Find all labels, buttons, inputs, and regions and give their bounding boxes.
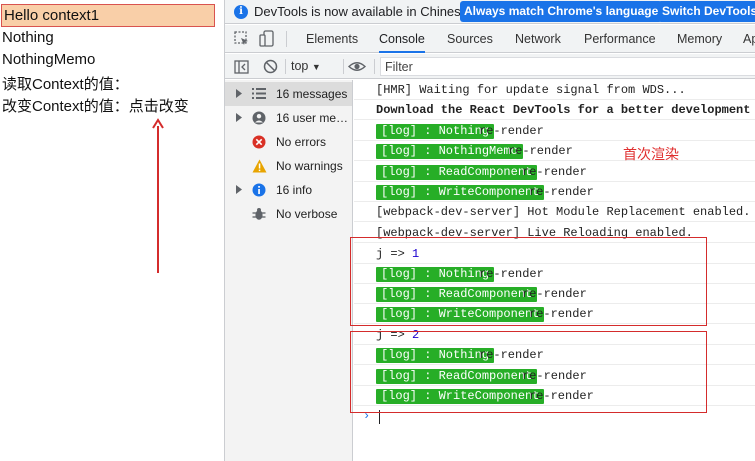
sidebar-item-label: No errors <box>276 135 327 149</box>
sidebar-item-label: 16 info <box>276 183 313 197</box>
sidebar-item-info[interactable]: 16 info <box>225 178 352 202</box>
clear-console-icon[interactable] <box>263 59 278 74</box>
nothing-text: Nothing <box>2 29 54 46</box>
console-text: re-render <box>508 144 573 158</box>
console-text: re-render <box>529 185 594 199</box>
tab-elements[interactable]: Elements <box>306 25 358 53</box>
banner-message: DevTools is now available in Chinese! <box>254 4 472 19</box>
toolbar-separator <box>343 59 344 74</box>
first-render-annotation: 首次渲染 <box>623 146 679 162</box>
devtools-tabbar: Elements Console Sources Network Perform… <box>225 25 755 53</box>
page-preview: Hello context1 Nothing NothingMemo 读取Con… <box>0 0 222 461</box>
tab-memory[interactable]: Memory <box>677 25 722 53</box>
console-line: [log] : WriteComponent re-render <box>354 182 755 202</box>
filter-input[interactable] <box>380 57 755 76</box>
console-sidebar: 16 messages 16 user me… No errors No war… <box>225 80 353 461</box>
nothing-memo-text: NothingMemo <box>2 51 96 68</box>
tab-application[interactable]: Ap <box>743 25 755 53</box>
click-to-change-button[interactable]: 点击改变 <box>129 98 189 115</box>
change-context-label: 改变Context的值： <box>2 98 129 115</box>
sidebar-item-label: 16 user me… <box>276 111 349 125</box>
console-line: [HMR] Waiting for update signal from WDS… <box>354 80 755 100</box>
highlight-box-j2 <box>350 331 707 413</box>
tab-network[interactable]: Network <box>515 25 561 53</box>
context-selector[interactable]: top ▼ <box>291 57 321 76</box>
sidebar-item-label: 16 messages <box>276 87 348 101</box>
info-icon: i <box>234 5 248 19</box>
sidebar-item-label: No warnings <box>276 159 343 173</box>
console-line: [webpack-dev-server] Hot Module Replacem… <box>354 202 755 222</box>
sidebar-item-messages[interactable]: 16 messages <box>225 82 352 106</box>
console-line: Download the React DevTools for a better… <box>354 100 755 120</box>
log-badge: [log] : WriteComponent <box>376 185 545 200</box>
log-badge: [log] : ReadComponent <box>376 165 538 180</box>
log-badge: [log] : NothingMemo <box>376 144 523 159</box>
console-line: [log] : Nothing re-render <box>354 121 755 141</box>
hello-context-text: Hello context1 <box>1 4 215 27</box>
tab-sources[interactable]: Sources <box>447 25 493 53</box>
console-line: [log] : NothingMemo re-render <box>354 141 755 161</box>
up-arrow-annotation <box>152 118 164 273</box>
console-text: re-render <box>479 124 544 138</box>
tab-performance[interactable]: Performance <box>584 25 656 53</box>
tab-console[interactable]: Console <box>379 25 425 53</box>
warning-icon <box>252 159 267 173</box>
console-text: Download the React DevTools for a better… <box>376 103 751 117</box>
sidebar-toggle-icon[interactable] <box>234 60 249 74</box>
bug-icon <box>252 208 266 220</box>
expand-arrow-icon[interactable] <box>236 113 242 122</box>
log-badge: [log] : Nothing <box>376 124 495 139</box>
toolbar-separator <box>285 59 286 74</box>
sidebar-item-user-messages[interactable]: 16 user me… <box>225 106 352 130</box>
info-icon <box>252 183 266 197</box>
toolbar-separator <box>374 59 375 74</box>
sidebar-item-warnings[interactable]: No warnings <box>225 154 352 178</box>
always-match-language-button[interactable]: Always match Chrome's language <box>460 1 663 22</box>
language-banner: i DevTools is now available in Chinese! … <box>225 0 755 24</box>
console-text: re-render <box>522 165 587 179</box>
device-toolbar-icon[interactable] <box>259 30 275 48</box>
console-text: [webpack-dev-server] Hot Module Replacem… <box>376 205 751 219</box>
context-value: top <box>291 59 309 73</box>
console-line: [log] : ReadComponent re-render <box>354 162 755 182</box>
change-context-row: 改变Context的值：点击改变 <box>2 95 189 116</box>
inspect-element-icon[interactable] <box>234 31 250 47</box>
switch-devtools-button[interactable]: Switch DevTools <box>658 1 755 22</box>
user-icon <box>252 111 266 125</box>
console-toolbar: top ▼ <box>225 54 755 79</box>
dropdown-arrow-icon: ▼ <box>311 62 321 72</box>
sidebar-item-label: No verbose <box>276 207 338 221</box>
eye-icon[interactable] <box>347 59 367 74</box>
highlight-box-j1 <box>350 237 707 326</box>
read-context-label: 读取Context的值： <box>2 76 129 93</box>
sidebar-item-errors[interactable]: No errors <box>225 130 352 154</box>
expand-arrow-icon[interactable] <box>236 89 242 98</box>
expand-arrow-icon[interactable] <box>236 185 242 194</box>
tab-separator <box>286 31 287 47</box>
sidebar-item-verbose[interactable]: No verbose <box>225 202 352 226</box>
list-icon <box>252 88 266 99</box>
console-text: [HMR] Waiting for update signal from WDS… <box>376 83 686 97</box>
error-icon <box>252 135 266 149</box>
